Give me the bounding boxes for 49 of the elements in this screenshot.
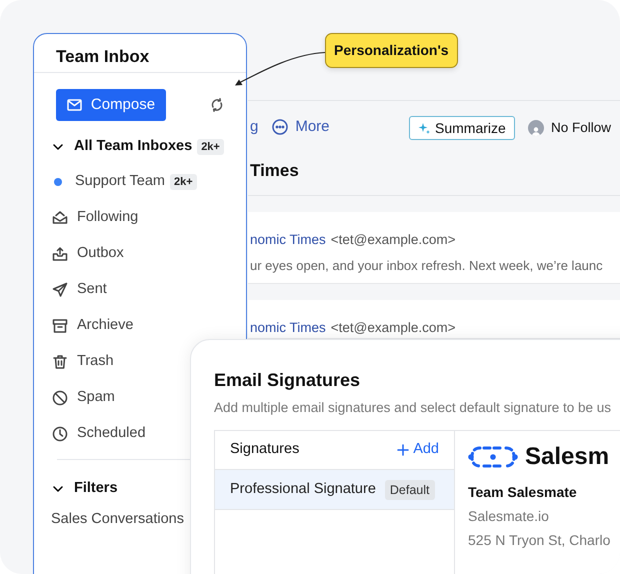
signature-row[interactable]: Professional Signature Default	[215, 470, 454, 510]
toolbar-item[interactable]: g	[250, 116, 258, 138]
signature-name: Team Salesmate	[468, 483, 578, 502]
signature-address: 525 N Tryon St, Charlo	[468, 531, 610, 550]
logo-icon	[468, 444, 518, 470]
signature-website: Salesmate.io	[468, 507, 550, 526]
blocked-icon	[52, 390, 68, 406]
default-badge: Default	[384, 480, 435, 500]
outbox-icon	[52, 246, 68, 262]
count-badge: 2k+	[170, 174, 197, 190]
more-button[interactable]: More	[272, 116, 330, 138]
logo-wordmark: Salesm	[525, 442, 610, 472]
sender-name: nomic Times	[250, 319, 326, 337]
sidebar-item[interactable]: Support Team	[75, 171, 166, 193]
clock-icon	[52, 426, 68, 442]
person-icon	[531, 126, 541, 136]
sender-email: <tet@example.com>	[330, 319, 456, 337]
mail-icon	[66, 98, 83, 112]
list-header: Signatures	[230, 440, 300, 460]
sidebar-item[interactable]: Following	[52, 200, 242, 236]
count-badge: 2k+	[197, 139, 224, 155]
message-preview: ur eyes open, and your inbox refresh. Next week, we’re launc	[250, 257, 604, 276]
trash-icon	[52, 354, 68, 370]
sidebar-item[interactable]: Sent	[52, 272, 242, 308]
send-icon	[52, 282, 68, 298]
add-button[interactable]: Add	[397, 439, 439, 461]
sidebar-group-label[interactable]: All Team Inboxes	[74, 136, 192, 158]
mail-list-heading: Times	[250, 160, 299, 182]
sidebar-item[interactable]: Outbox	[52, 236, 242, 272]
signature-name: Professional Signature	[230, 480, 376, 499]
filters-label[interactable]: Filters	[74, 478, 118, 500]
plus-icon	[397, 444, 410, 456]
annotation-label: Personalization's	[325, 33, 458, 68]
sidebar-title: Team Inbox	[56, 46, 150, 68]
compose-button[interactable]: Compose	[56, 89, 166, 121]
dialog-subtitle: Add multiple email signatures and select default signature to be us	[214, 399, 611, 417]
sparkle-icon	[418, 122, 430, 134]
sender-name: nomic Times	[250, 231, 326, 249]
inbox-icon	[52, 210, 68, 226]
sidebar-item[interactable]: Archieve	[52, 308, 242, 344]
message-card[interactable]: nomic Times <tet@example.com> ur eyes open, and your inbox refresh. Next week, we’re launc	[248, 212, 620, 284]
more-icon	[272, 119, 288, 136]
dialog-title: Email Signatures	[214, 369, 360, 392]
sender-email: <tet@example.com>	[330, 231, 456, 249]
summarize-button[interactable]: Summarize	[409, 116, 515, 140]
archive-icon	[52, 318, 68, 334]
message-card[interactable]: nomic Times <tet@example.com>	[248, 300, 620, 339]
follow-status: No Follow	[551, 119, 612, 137]
refresh-icon	[210, 98, 224, 112]
